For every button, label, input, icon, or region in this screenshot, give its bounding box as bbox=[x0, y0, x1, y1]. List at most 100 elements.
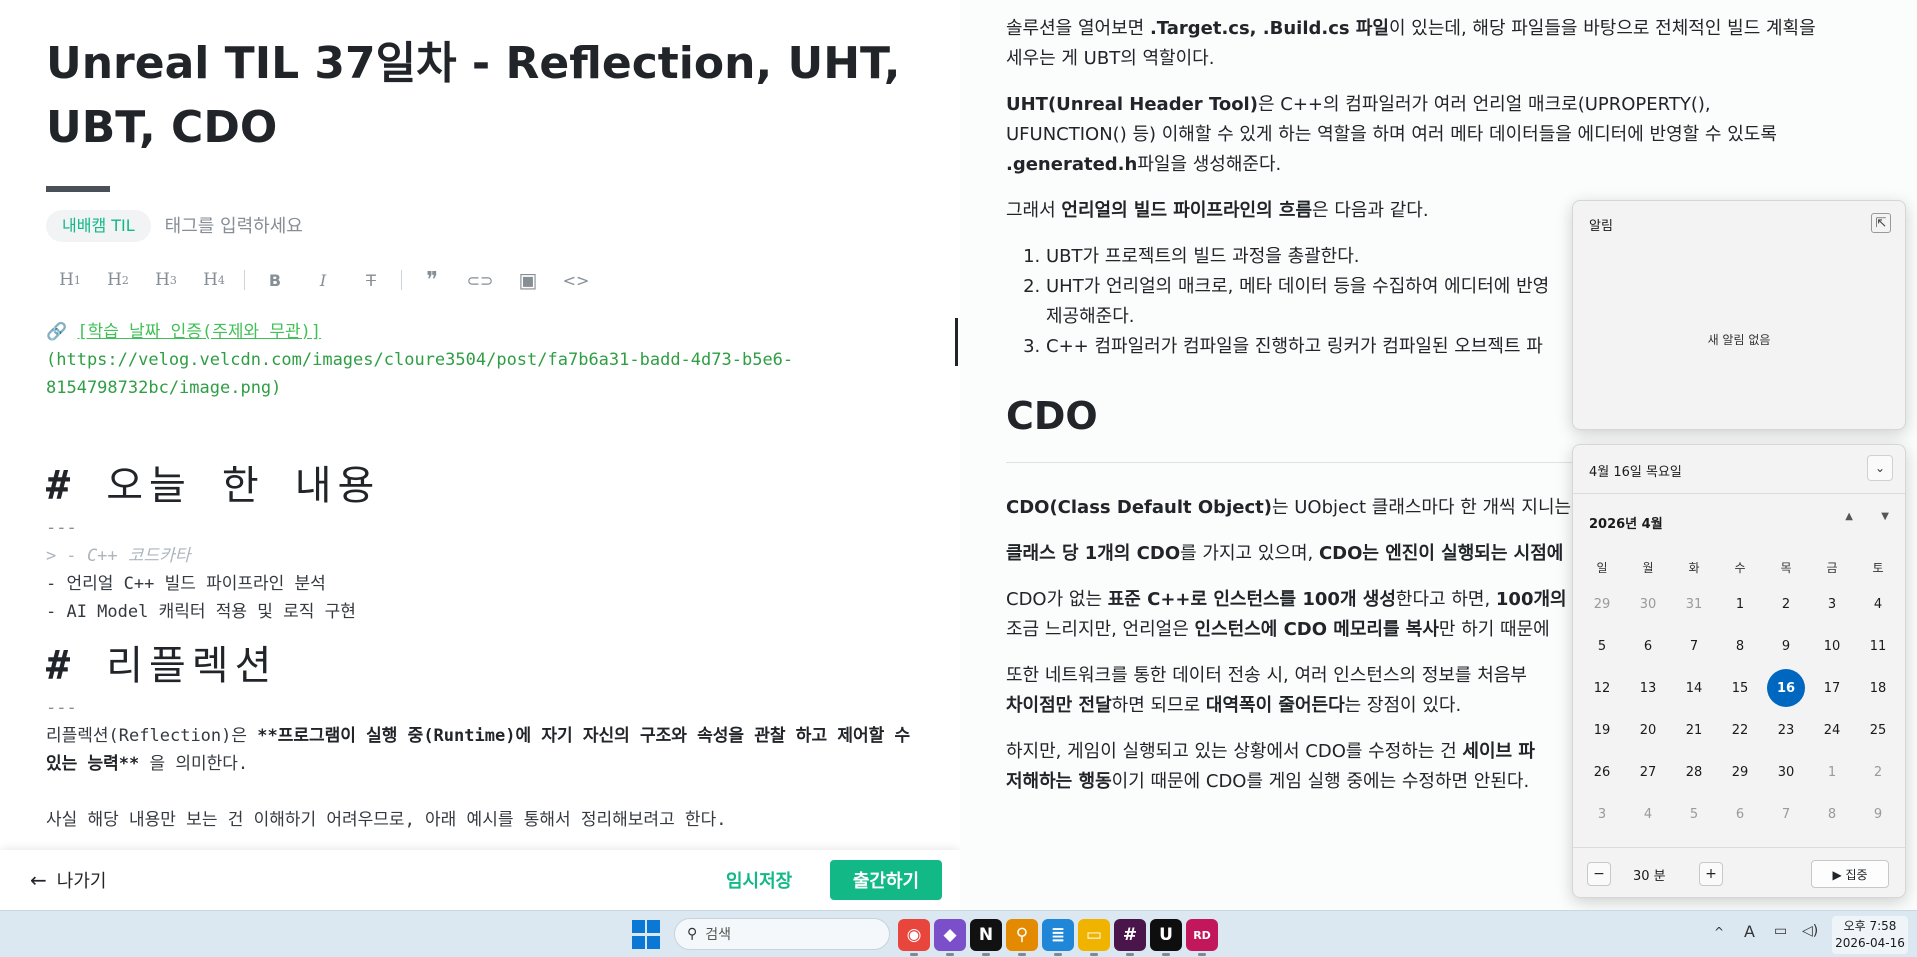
calendar-day[interactable]: 28 bbox=[1671, 751, 1717, 793]
calendar-day[interactable]: 6 bbox=[1717, 793, 1763, 835]
calendar-day[interactable]: 29 bbox=[1717, 751, 1763, 793]
calendar-day[interactable]: 26 bbox=[1579, 751, 1625, 793]
italic-button[interactable]: I bbox=[299, 262, 347, 298]
calendar-day[interactable]: 5 bbox=[1579, 625, 1625, 667]
taskbar-app-notion[interactable]: N bbox=[970, 919, 1002, 956]
calendar-day[interactable]: 9 bbox=[1763, 625, 1809, 667]
calendar-day[interactable]: 21 bbox=[1671, 709, 1717, 751]
toolbar-divider bbox=[401, 270, 402, 290]
calendar-day[interactable]: 23 bbox=[1763, 709, 1809, 751]
taskbar-app-unreal-engine[interactable]: U bbox=[1150, 919, 1182, 956]
taskbar-app-visual-studio[interactable]: ◆ bbox=[934, 919, 966, 956]
calendar-day[interactable]: 27 bbox=[1625, 751, 1671, 793]
image-button[interactable]: ▣ bbox=[504, 262, 552, 298]
preview-paragraph: UHT(Unreal Header Tool)은 C++의 컴파일러가 여러 언… bbox=[1006, 90, 1826, 180]
strikethrough-button[interactable]: T bbox=[347, 262, 395, 298]
calendar-day[interactable]: 22 bbox=[1717, 709, 1763, 751]
taskbar-app-notepad[interactable]: ≣ bbox=[1042, 919, 1074, 956]
calendar-day[interactable]: 14 bbox=[1671, 667, 1717, 709]
quote-button[interactable]: ❞ bbox=[408, 262, 456, 298]
taskbar-search[interactable]: ⚲ 검색 bbox=[674, 918, 890, 950]
calendar-week-row: 3456789 bbox=[1579, 793, 1901, 835]
post-title[interactable]: Unreal TIL 37일차 - Reflection, UHT, UBT, … bbox=[46, 32, 926, 160]
calendar-day[interactable]: 2 bbox=[1763, 583, 1809, 625]
heading-2-button[interactable]: H2 bbox=[94, 262, 142, 298]
calendar-day[interactable]: 18 bbox=[1855, 667, 1901, 709]
tray-overflow-icon[interactable]: ^ bbox=[1714, 925, 1724, 939]
preview-paragraph: 솔루션을 열어보면 .Target.cs, .Build.cs 파일이 있는데,… bbox=[1006, 14, 1826, 74]
taskbar-clock[interactable]: 오후 7:58 2026-04-16 bbox=[1832, 916, 1908, 954]
file-explorer-icon: ▭ bbox=[1085, 925, 1103, 945]
markdown-textarea[interactable]: 🔗 [학습 날짜 인증(주제와 무관)] (https://velog.velc… bbox=[46, 318, 926, 834]
calendar-day[interactable]: 11 bbox=[1855, 625, 1901, 667]
start-button[interactable] bbox=[632, 920, 662, 950]
calendar-day[interactable]: 31 bbox=[1671, 583, 1717, 625]
heading-1-button[interactable]: H1 bbox=[46, 262, 94, 298]
calendar-day[interactable]: 6 bbox=[1625, 625, 1671, 667]
calendar-day[interactable]: 12 bbox=[1579, 667, 1625, 709]
calendar-day[interactable]: 9 bbox=[1855, 793, 1901, 835]
heading-text: 리플렉션 bbox=[106, 643, 278, 689]
calendar-month-label[interactable]: 2026년 4월 bbox=[1589, 513, 1663, 532]
calendar-day[interactable]: 4 bbox=[1625, 793, 1671, 835]
calendar-next-month-button[interactable]: ▼ bbox=[1881, 511, 1889, 522]
network-icon[interactable]: ▭ bbox=[1774, 923, 1787, 939]
title-underline bbox=[46, 186, 110, 192]
calendar-day[interactable]: 4 bbox=[1855, 583, 1901, 625]
calendar-day[interactable]: 30 bbox=[1763, 751, 1809, 793]
calendar-day[interactable]: 20 bbox=[1625, 709, 1671, 751]
calendar-day[interactable]: 17 bbox=[1809, 667, 1855, 709]
calendar-day[interactable]: 7 bbox=[1671, 625, 1717, 667]
volume-icon[interactable]: ◁) bbox=[1802, 923, 1818, 939]
calendar-day[interactable]: 2 bbox=[1855, 751, 1901, 793]
calendar-day[interactable]: 8 bbox=[1809, 793, 1855, 835]
bold-text: CDO(Class Default Object) bbox=[1006, 497, 1272, 518]
heading-3-button[interactable]: H3 bbox=[142, 262, 190, 298]
markdown-editor: Unreal TIL 37일차 - Reflection, UHT, UBT, … bbox=[0, 0, 960, 910]
calendar-day[interactable]: 13 bbox=[1625, 667, 1671, 709]
calendar-day[interactable]: 15 bbox=[1717, 667, 1763, 709]
calendar-day[interactable]: 29 bbox=[1579, 583, 1625, 625]
taskbar-app-search-tool[interactable]: ⚲ bbox=[1006, 919, 1038, 956]
focus-decrease-button[interactable]: − bbox=[1587, 862, 1611, 886]
bold-text: 대역폭이 줄어든다 bbox=[1205, 695, 1345, 716]
heading-4-button[interactable]: H4 bbox=[190, 262, 238, 298]
calendar-day[interactable]: 24 bbox=[1809, 709, 1855, 751]
calendar-collapse-button[interactable]: ⌄ bbox=[1867, 455, 1893, 481]
calendar-day[interactable]: 3 bbox=[1809, 583, 1855, 625]
calendar-day[interactable]: 5 bbox=[1671, 793, 1717, 835]
windows-logo-icon bbox=[647, 936, 660, 949]
save-draft-button[interactable]: 임시저장 bbox=[710, 860, 808, 900]
notification-settings-icon[interactable]: ⇱ bbox=[1871, 213, 1891, 233]
calendar-day[interactable]: 1 bbox=[1809, 751, 1855, 793]
tag-input[interactable] bbox=[164, 215, 425, 237]
windows-logo-icon bbox=[632, 920, 645, 933]
calendar-day[interactable]: 1 bbox=[1717, 583, 1763, 625]
taskbar-app-slack[interactable]: # bbox=[1114, 919, 1146, 956]
bold-button[interactable]: B bbox=[251, 262, 299, 298]
taskbar-app-chrome[interactable]: ◉ bbox=[898, 919, 930, 956]
link-button[interactable]: ⊂⊃ bbox=[456, 262, 504, 298]
calendar-day[interactable]: 3 bbox=[1579, 793, 1625, 835]
code-button[interactable]: <> bbox=[552, 262, 600, 298]
windows-logo-icon bbox=[632, 936, 645, 949]
calendar-day[interactable]: 7 bbox=[1763, 793, 1809, 835]
taskbar-app-file-explorer[interactable]: ▭ bbox=[1078, 919, 1110, 956]
taskbar-app-rider[interactable]: RD bbox=[1186, 919, 1218, 956]
calendar-day[interactable]: 30 bbox=[1625, 583, 1671, 625]
bold-text: 표준 C++로 인스턴스를 100개 생성 bbox=[1107, 589, 1396, 610]
text: 조금 느리지만, 언리얼은 bbox=[1006, 619, 1195, 640]
tag-chip[interactable]: 내배캠 TIL bbox=[46, 210, 151, 242]
calendar-day[interactable]: 19 bbox=[1579, 709, 1625, 751]
calendar-day[interactable]: 8 bbox=[1717, 625, 1763, 667]
ime-indicator[interactable]: A bbox=[1744, 922, 1755, 941]
focus-increase-button[interactable]: + bbox=[1699, 862, 1723, 886]
calendar-day-today[interactable]: 16 bbox=[1763, 667, 1809, 709]
publish-button[interactable]: 출간하기 bbox=[830, 860, 942, 900]
exit-button[interactable]: ← 나가기 bbox=[30, 864, 106, 896]
notification-title: 알림 bbox=[1589, 219, 1613, 234]
calendar-prev-month-button[interactable]: ▲ bbox=[1845, 511, 1853, 522]
focus-start-button[interactable]: ▶ 집중 bbox=[1811, 860, 1889, 888]
calendar-day[interactable]: 10 bbox=[1809, 625, 1855, 667]
calendar-day[interactable]: 25 bbox=[1855, 709, 1901, 751]
